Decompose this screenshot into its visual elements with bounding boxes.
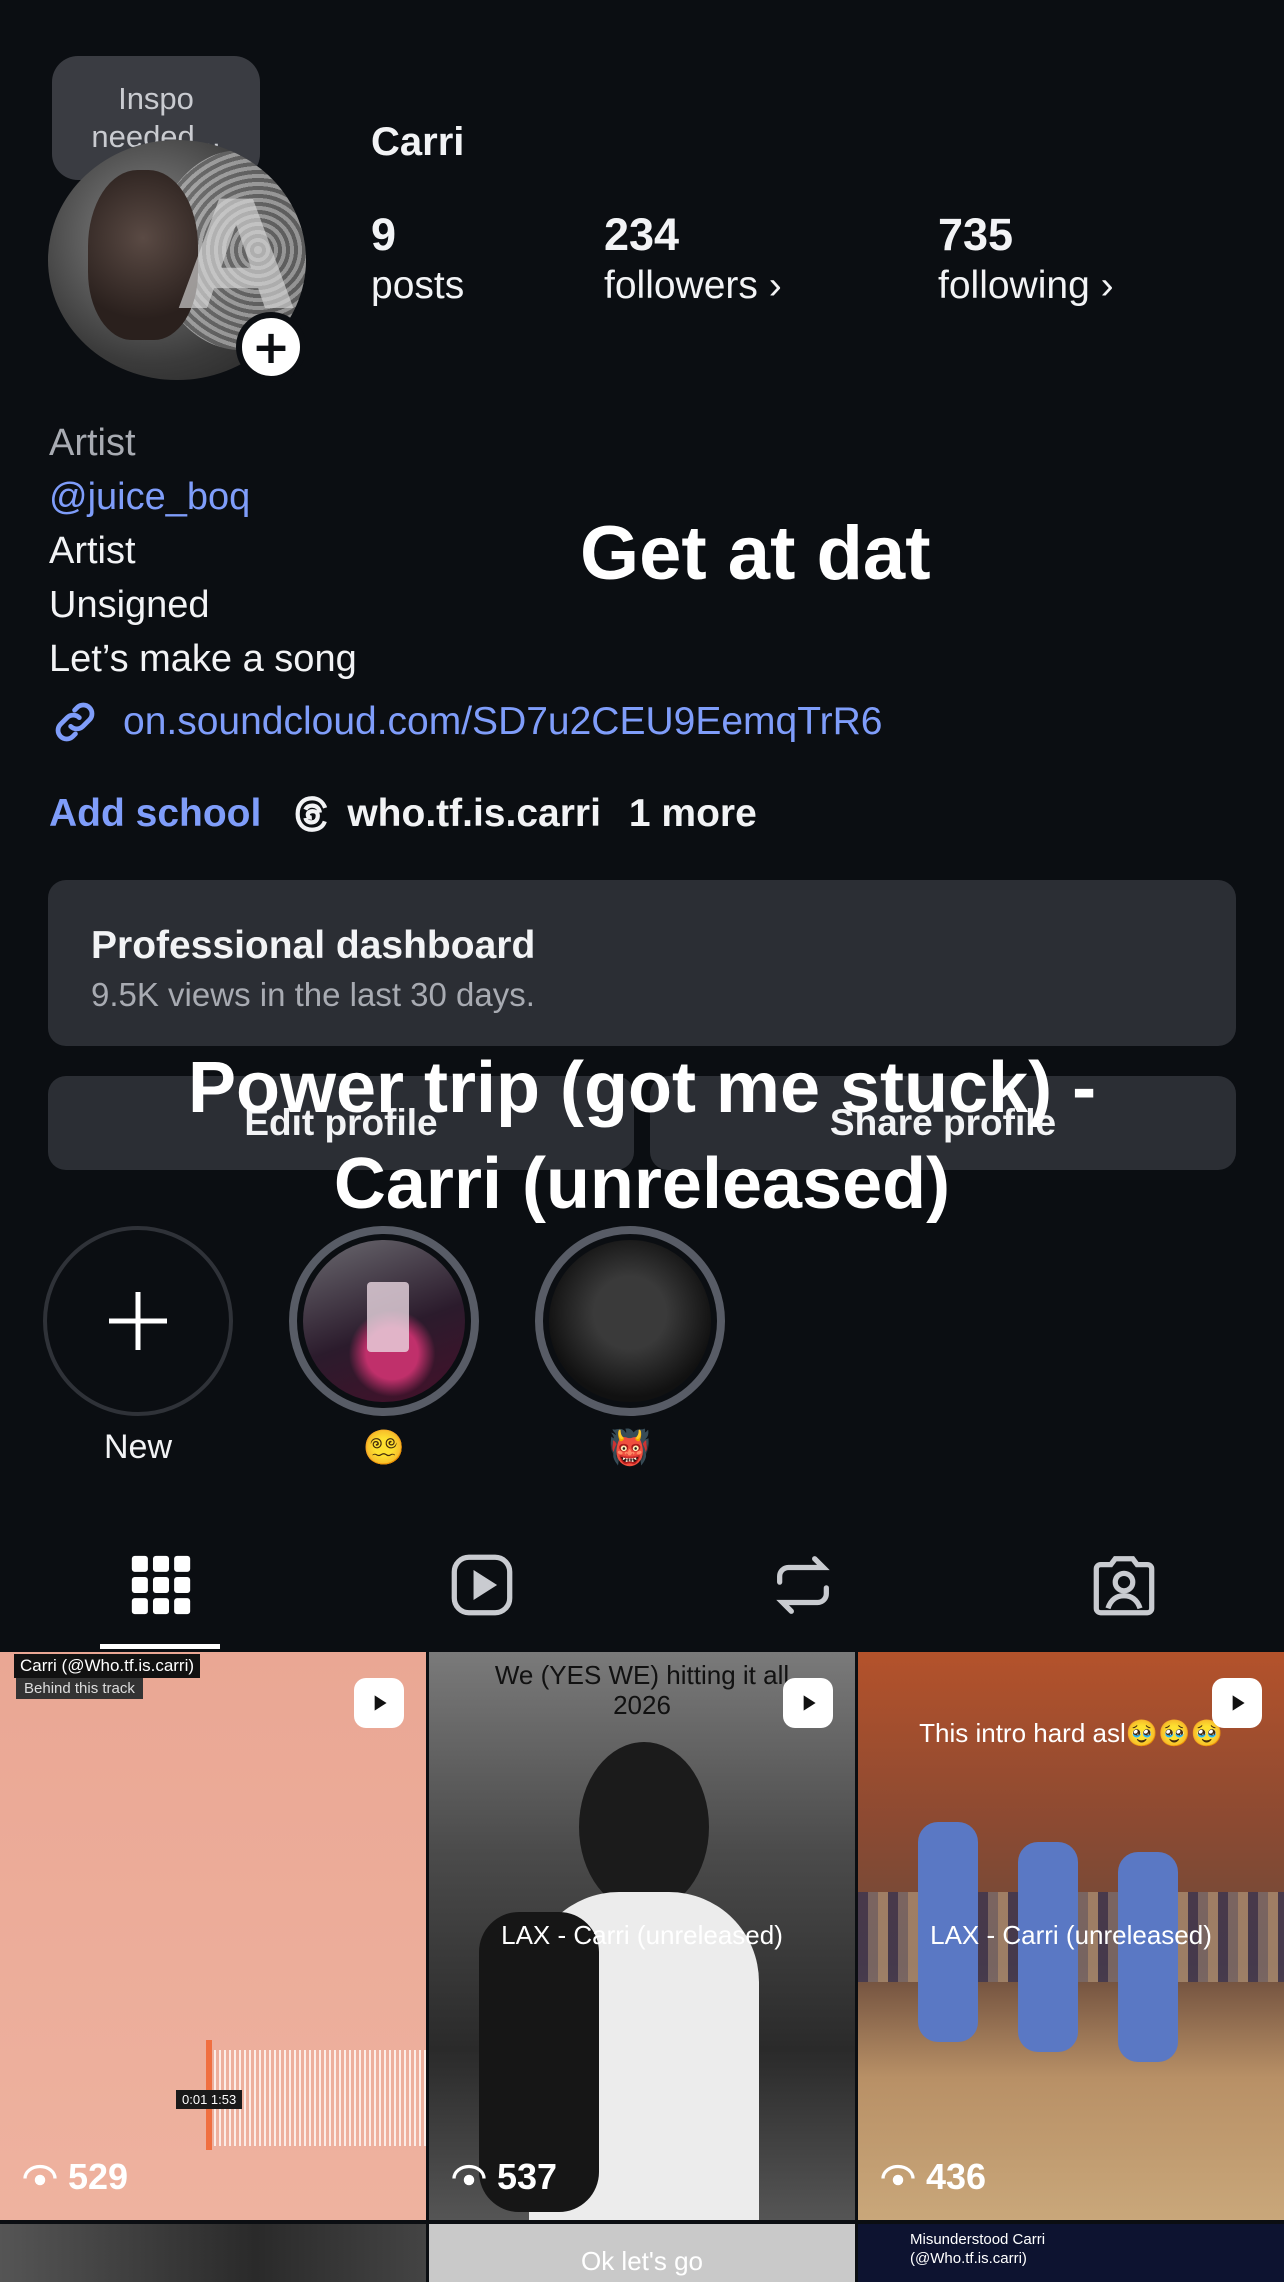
active-tab-indicator: [100, 1644, 220, 1649]
waveform-time: 0:01 1:53: [176, 2090, 243, 2109]
post-2-figure-head: [579, 1742, 709, 1912]
threads-handle[interactable]: who.tf.is.carri: [347, 792, 601, 836]
post-3-views: 436: [880, 2156, 986, 2198]
post-1-views: 529: [22, 2156, 128, 2198]
highlight-2-thumbnail: [549, 1240, 711, 1402]
plus-icon: [109, 1292, 167, 1350]
post-2-views-count: 537: [497, 2156, 558, 2197]
bio-line-2: Unsigned: [49, 584, 210, 626]
highlight-1-thumbnail: [303, 1240, 465, 1402]
stat-posts[interactable]: 9 posts: [371, 208, 464, 310]
highlight-2-ring: [535, 1226, 725, 1416]
add-story-plus-icon[interactable]: +: [236, 312, 306, 382]
link-icon: [55, 702, 95, 742]
tagged-icon[interactable]: [1089, 1550, 1159, 1620]
reel-icon: [783, 1678, 833, 1728]
following-count: 735: [938, 209, 1014, 260]
post-3-views-count: 436: [926, 2156, 987, 2197]
profile-tabs: [0, 1520, 1284, 1650]
more-links[interactable]: 1 more: [629, 792, 757, 836]
post-3-caption-mid: LAX - Carri (unreleased): [930, 1920, 1212, 1950]
post-1-tag: Behind this track: [16, 1678, 143, 1699]
stat-following[interactable]: 735 following ›: [938, 208, 1114, 310]
followers-count: 234: [604, 209, 680, 260]
posts-count: 9: [371, 209, 397, 260]
bio-line-3: Let’s make a song: [49, 638, 357, 680]
grid-post-5[interactable]: Ok let's go: [429, 2224, 855, 2282]
post-1-views-count: 529: [68, 2156, 129, 2197]
posts-label: posts: [371, 264, 465, 307]
post-1-caption: Carri (@Who.tf.is.carri): [14, 1654, 201, 1678]
views-icon: [23, 2164, 57, 2186]
grid-post-1[interactable]: Carri (@Who.tf.is.carri) Behind this tra…: [0, 1652, 426, 2220]
link-text: on.soundcloud.com/SD7u2CEU9EemqTrR6: [123, 700, 883, 743]
waveform: [214, 2050, 426, 2146]
grid-post-6[interactable]: Misunderstood Carri (@Who.tf.is.carri): [858, 2224, 1284, 2282]
highlight-2-label: 👹: [608, 1429, 652, 1467]
bio-line-1: Artist: [49, 530, 136, 572]
post-6-caption: Misunderstood Carri (@Who.tf.is.carri): [910, 2231, 1046, 2267]
dashboard-title: Professional dashboard: [91, 924, 536, 967]
reels-icon[interactable]: [447, 1550, 517, 1620]
post-2-views: 537: [451, 2156, 557, 2198]
grid-post-2[interactable]: We (YES WE) hitting it all 2026 LAX - Ca…: [429, 1652, 855, 2220]
reposts-icon[interactable]: [768, 1550, 838, 1620]
highlight-new-label: New: [103, 1428, 173, 1466]
overlay-line-2: Carri (unreleased): [333, 1144, 951, 1224]
profile-meta-row: Add school who.tf.is.carri 1 more: [49, 792, 757, 836]
followers-label: followers ›: [604, 264, 782, 307]
threads-icon: [295, 796, 328, 832]
bio-handle-link[interactable]: @juice_boq: [49, 470, 250, 524]
views-icon: [452, 2164, 486, 2186]
overlay-caption-power-trip: Power trip (got me stuck) - Carri (unrel…: [0, 1040, 1284, 1232]
views-icon: [881, 2164, 915, 2186]
grid-post-4[interactable]: [0, 2224, 426, 2282]
reel-icon: [1212, 1678, 1262, 1728]
profile-username: Carri: [371, 120, 465, 164]
bio-category: Artist: [49, 422, 136, 464]
grid-icon[interactable]: [126, 1550, 196, 1620]
overlay-caption-get-at-dat: Get at dat: [580, 511, 931, 596]
stat-followers[interactable]: 234 followers ›: [604, 208, 782, 310]
dashboard-subtitle: 9.5K views in the last 30 days.: [91, 976, 535, 1013]
bio-external-link[interactable]: on.soundcloud.com/SD7u2CEU9EemqTrR6: [49, 696, 882, 748]
highlight-new-circle: [43, 1226, 233, 1416]
highlight-1-ring: [289, 1226, 479, 1416]
overlay-line-1: Power trip (got me stuck) -: [187, 1048, 1097, 1128]
post-3-dancer-3: [1118, 1852, 1178, 2062]
highlight-2[interactable]: 👹: [535, 1226, 725, 1468]
highlight-new[interactable]: New: [43, 1226, 233, 1467]
add-school-link[interactable]: Add school: [49, 792, 261, 836]
reel-icon: [354, 1678, 404, 1728]
post-2-caption-mid: LAX - Carri (unreleased): [501, 1920, 783, 1950]
highlight-1[interactable]: 😵‍💫: [289, 1226, 479, 1468]
grid-post-3[interactable]: This intro hard asl🥹🥹🥹 LAX - Carri (unre…: [858, 1652, 1284, 2220]
following-label: following ›: [938, 264, 1114, 307]
highlight-1-label: 😵‍💫: [362, 1429, 406, 1467]
post-5-caption: Ok let's go: [580, 2246, 703, 2276]
professional-dashboard[interactable]: Professional dashboard 9.5K views in the…: [48, 880, 1236, 1046]
